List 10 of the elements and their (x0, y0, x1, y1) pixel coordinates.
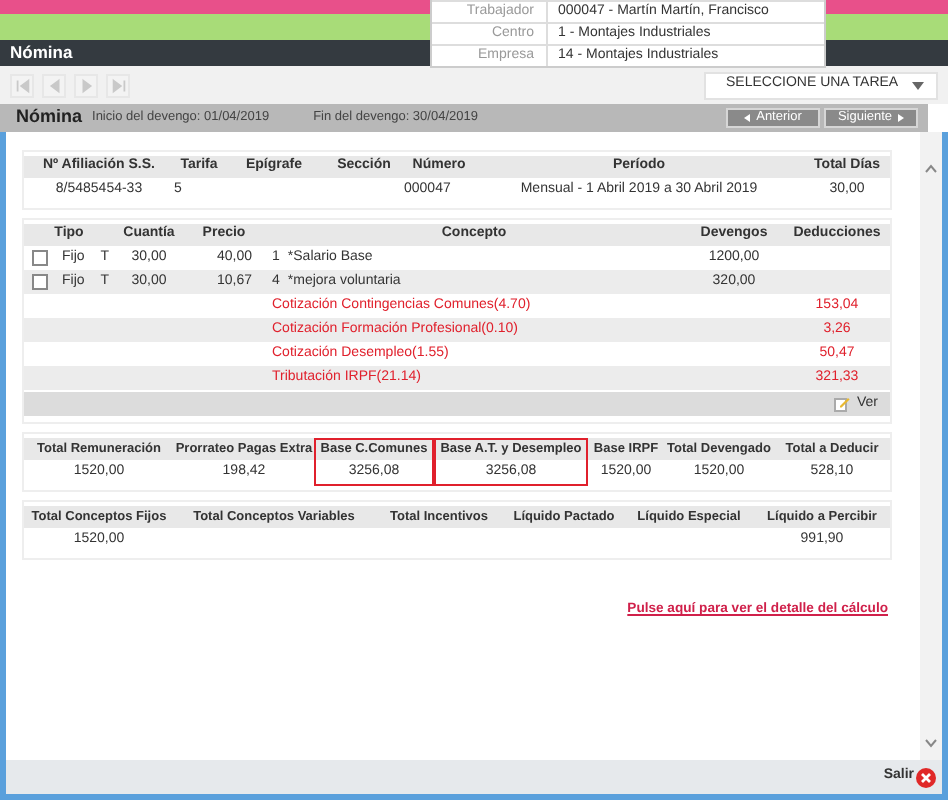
close-icon (916, 767, 936, 787)
edit-icon (834, 396, 851, 412)
scroll-up-icon[interactable] (924, 164, 938, 174)
right-arrow-icon (898, 114, 905, 122)
payroll-title: Nómina (16, 104, 83, 131)
caret-icon (912, 81, 924, 89)
checkbox[interactable] (32, 250, 48, 266)
left-arrow-icon (744, 114, 751, 122)
scroll-down-icon[interactable] (924, 738, 938, 748)
checkbox[interactable] (32, 274, 48, 290)
